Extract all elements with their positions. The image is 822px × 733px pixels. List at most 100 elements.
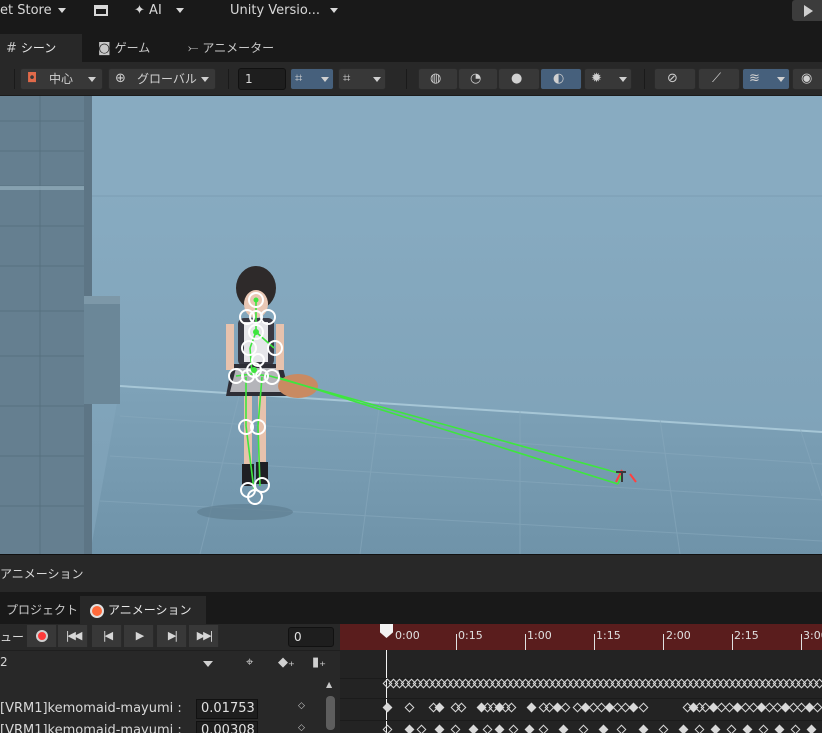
play-animation-button[interactable]: ▶ — [124, 625, 154, 647]
keyframe-diamond[interactable] — [638, 724, 649, 733]
space-mode-dropdown[interactable]: ⊕ グローバル — [108, 68, 216, 90]
pivot-mode-dropdown[interactable]: ◘ 中心 — [20, 68, 103, 90]
add-keyframe-button[interactable]: ◆₊ — [278, 655, 295, 670]
property-row[interactable]: [VRM1]kemomaid-mayumi : — [0, 721, 182, 733]
tab-animator[interactable]: ⤚ アニメーター — [182, 34, 282, 62]
scene-render — [0, 96, 822, 554]
clip-selector-dropdown[interactable]: 2 — [0, 655, 216, 675]
chevron-down-icon — [203, 661, 213, 667]
add-event-button[interactable]: ▮₊ — [312, 655, 326, 670]
scrollbar-thumb[interactable] — [326, 696, 335, 730]
previous-keyframe-button[interactable]: |◀ — [92, 625, 122, 647]
ai-label: AI — [149, 3, 162, 18]
keyframe-diamond[interactable] — [404, 702, 415, 713]
keyframe-diamond[interactable] — [558, 724, 569, 733]
property-row[interactable]: [VRM1]kemomaid-mayumi : — [0, 699, 182, 719]
keyframe-diamond[interactable] — [790, 724, 801, 733]
keyframe-diamond[interactable] — [382, 724, 393, 733]
frame-input[interactable]: 0 — [288, 627, 334, 647]
tab-game-label: ゲーム — [114, 41, 151, 55]
shaded-button[interactable]: ● — [498, 68, 540, 90]
keyframe-diamond[interactable] — [774, 724, 785, 733]
grid-snap-button[interactable]: ⌗ — [290, 68, 334, 90]
timeline-ruler[interactable]: 0:00 0:15 1:00 1:15 2:00 2:15 3:00 — [340, 624, 822, 650]
top-toolbar: et Store ✦ AI Unity Versio... — [0, 0, 822, 22]
wireframe-shading-button[interactable]: ◍ — [418, 68, 458, 90]
timeline-label: 1:15 — [596, 629, 621, 642]
grid-size-input[interactable]: 1 — [238, 68, 286, 90]
small-box — [84, 296, 120, 404]
next-keyframe-button[interactable]: ▶| — [157, 625, 187, 647]
keyframe-diamond[interactable] — [694, 724, 705, 733]
play-button[interactable] — [792, 0, 822, 21]
visibility-button[interactable]: ◉ — [792, 68, 822, 90]
tab-game[interactable]: ◙ ゲーム — [92, 34, 172, 62]
keyframe-diamond[interactable] — [560, 702, 571, 713]
keyframe-diamond[interactable] — [526, 702, 537, 713]
keyframe-diamond[interactable] — [494, 724, 505, 733]
record-button[interactable] — [27, 625, 57, 647]
keyframe-diamond[interactable] — [468, 724, 479, 733]
keyframe-diamond[interactable] — [578, 724, 589, 733]
keyframe-diamond[interactable] — [506, 702, 517, 713]
debug-draw-mode-button[interactable]: ✹ — [584, 68, 632, 90]
toolbar-separator — [228, 69, 229, 89]
slash-icon: ⟋ — [712, 71, 722, 86]
keyframe-diamond[interactable] — [638, 702, 649, 713]
keyframe-diamond[interactable] — [456, 702, 467, 713]
keyframe-diamond[interactable] — [382, 702, 393, 713]
asset-store-menu[interactable]: et Store — [0, 0, 66, 22]
keyframe-diamond[interactable] — [658, 724, 669, 733]
keyframe-diamond[interactable] — [628, 702, 639, 713]
property-value-input[interactable]: 0.00308 — [196, 721, 258, 733]
2d-toggle-button[interactable]: ⊘ — [654, 68, 696, 90]
scene-viewport[interactable] — [0, 96, 822, 554]
property-name: [VRM1]kemomaid-mayumi : — [0, 723, 182, 733]
keyframe-diamond[interactable] — [806, 724, 817, 733]
keyframe-diamond-icon[interactable]: ◇ — [298, 701, 305, 711]
keyframe-diamond[interactable] — [758, 724, 769, 733]
filter-by-selection-button[interactable]: ⌖ — [246, 655, 253, 670]
keyframe-diamond[interactable] — [450, 724, 461, 733]
effects-toggle-button[interactable]: ≋ — [742, 68, 790, 90]
keyframe-diamond[interactable] — [616, 724, 627, 733]
last-keyframe-button[interactable]: ▶▶| — [189, 625, 219, 647]
keyframe-diamond[interactable] — [434, 702, 445, 713]
audio-toggle-button[interactable]: ⟋ — [698, 68, 740, 90]
unlit-button[interactable]: ◐ — [540, 68, 582, 90]
keyframe-diamond[interactable] — [812, 702, 822, 713]
increment-snap-button[interactable]: ⌗ — [338, 68, 386, 90]
shaded-wireframe-button[interactable]: ◔ — [458, 68, 498, 90]
layout-button[interactable] — [94, 0, 108, 22]
preview-toggle[interactable]: ュー — [0, 628, 24, 645]
keyframe-diamond[interactable] — [726, 724, 737, 733]
layout-icon — [94, 5, 108, 16]
keyframe-diamond[interactable] — [524, 724, 535, 733]
keyframe-diamond[interactable] — [742, 724, 753, 733]
property-scrollbar[interactable]: ▲ — [324, 680, 336, 733]
first-keyframe-button[interactable]: |◀◀ — [58, 625, 88, 647]
playhead-handle[interactable] — [380, 624, 393, 638]
unity-version-menu[interactable]: Unity Versio... — [230, 0, 339, 22]
keyframe-diamond[interactable] — [710, 724, 721, 733]
tab-project[interactable]: プロジェクト — [0, 596, 80, 624]
keyframe-diamond[interactable] — [678, 724, 689, 733]
keyframe-diamond-icon[interactable]: ◇ — [298, 723, 305, 733]
keyframe-diamond[interactable] — [404, 724, 415, 733]
ai-menu[interactable]: ✦ AI — [134, 0, 184, 22]
tab-scene[interactable]: # シーン — [0, 34, 82, 62]
keyframe-diamond[interactable] — [508, 724, 519, 733]
clip-row: 2 ⌖ ◆₊ ▮₊ — [0, 650, 340, 676]
property-keyframe-row — [340, 723, 822, 733]
dopesheet-tracks[interactable] — [340, 650, 822, 733]
keyframe-diamond[interactable] — [482, 724, 493, 733]
keyframe-diamond[interactable] — [416, 724, 427, 733]
sparkle-icon: ✦ — [134, 3, 145, 18]
keyframe-diamond[interactable] — [598, 724, 609, 733]
property-value-input[interactable]: 0.01753 — [196, 699, 258, 719]
tab-animation[interactable]: アニメーション — [80, 596, 206, 624]
keyframe-diamond[interactable] — [434, 724, 445, 733]
playback-controls: ュー |◀◀ |◀ ▶ ▶| ▶▶| 0 — [0, 624, 340, 650]
keyframe-diamond[interactable] — [538, 724, 549, 733]
add-event-icon: ▮₊ — [312, 655, 327, 670]
